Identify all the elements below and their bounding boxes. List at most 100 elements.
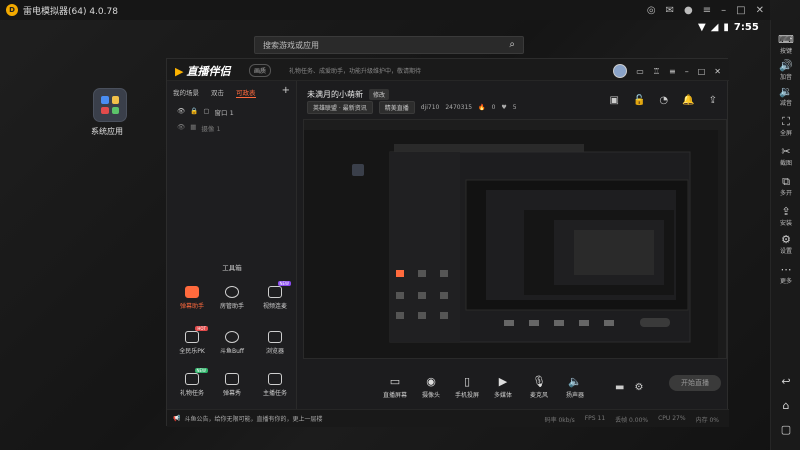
close-icon[interactable]: ✕ [714,67,721,76]
app-status-bar: 📢 斗鱼公告，给你无限可能，直播有你的，更上一层楼 码率 0kb/s FPS 1… [167,409,729,427]
camera-icon: ◉ [426,375,436,388]
speaker-button[interactable]: 🔈 扬声器 [557,375,593,399]
search-icon[interactable]: ⌕ [509,39,515,50]
right-toolbar: ⌨ 按键 🔊 加音 🔉 减音 ⛶ 全屏 ✂ 截图 ⧉ 多开 ⇪ 安装 ⚙ 设置 ⋯ 更多 ↩ ⌂ … [770,20,800,450]
record-icon[interactable]: ● [684,5,693,16]
back-icon: ↩ [781,375,791,388]
stream-action-icons: ▣ 🔓 ◔ 🔔 ⇪ [610,95,717,106]
menu-icon[interactable]: ≡ [703,5,711,16]
desktop-search-input[interactable]: 搜索游戏或应用 ⌕ [254,36,524,54]
toolbar-settings[interactable]: ⚙ 设置 [771,234,800,256]
app-folder-icon [93,88,127,122]
shirt-icon[interactable]: ♖ [653,67,660,76]
android-status-bar: ▼ ◢ ▮ 7:55 [698,18,770,36]
microphone-icon: 🎙 [532,375,546,388]
toolbar-fullscreen[interactable]: ⛶ 全屏 [771,115,800,138]
back-button[interactable]: ↩ [771,376,800,388]
maximize-icon[interactable]: □ [698,67,706,76]
toolbar-more[interactable]: ⋯ 更多 [771,264,800,286]
keyboard-icon: ⌨ [778,33,794,46]
record-camera-icon[interactable]: ▬ [615,382,624,393]
tool-buff[interactable]: 斗鱼Buff [212,331,252,355]
new-tag: NEW [277,281,291,286]
minimize-icon[interactable]: – [721,5,726,16]
stat-dropped: 丢帧 0.00% [615,417,649,424]
tool-video-link[interactable]: NEW 视频连麦 [255,281,295,310]
minimize-icon[interactable]: – [685,67,689,76]
gamepad-icon[interactable]: ◎ [647,5,656,16]
room-button[interactable]: 精美直播 [378,101,415,114]
menu-icon[interactable]: ≡ [669,67,676,76]
toolbar-screenshot[interactable]: ✂ 截图 [771,146,800,168]
screen-share-button[interactable]: ▭ 直播屏幕 [377,375,413,399]
video-icon [268,286,282,298]
microphone-button[interactable]: 🎙 麦克风 [521,375,557,399]
toolbar-volume-up[interactable]: 🔊 加音 [771,60,800,82]
tool-gift-task[interactable]: NEW 礼物任务 [172,368,212,397]
avatar[interactable] [613,64,628,78]
eye-icon[interactable]: 👁 [177,107,185,117]
phone-cast-icon: ▯ [463,375,471,388]
tool-browser[interactable]: 浏览器 [255,331,295,355]
tab-double[interactable]: 双击 [211,87,224,98]
add-scene-icon[interactable]: + [282,85,290,96]
tab-my-scenes[interactable]: 我的场景 [173,87,199,98]
tool-room-manager[interactable]: 房管助手 [212,286,252,310]
toolbar-volume-down[interactable]: 🔉 减音 [771,85,800,108]
source-row[interactable]: 👁 🔒 ▢ 窗口 1 [177,107,234,117]
screen-icon[interactable]: ▣ [610,95,619,106]
eye-icon[interactable]: 👁 [177,123,185,133]
tool-pk[interactable]: HOT 全民乐PK [172,326,212,355]
tool-danmu-helper[interactable]: 弹幕助手 [172,286,212,310]
volume-down-icon: 🔉 [779,85,793,98]
app-slogan: 礼物任务、成爱助手，功能升级维护中，敬请期待 [289,68,422,75]
stream-preview[interactable] [303,119,727,359]
home-button[interactable]: ⌂ [771,400,800,412]
media-button[interactable]: ▶ 多媒体 [485,375,521,399]
app-window-controls: ▭ ♖ ≡ – □ ✕ [613,64,721,78]
tool-anchor-task[interactable]: 主播任务 [255,373,295,397]
stream-stats: 码率 0kb/s FPS 11 丢帧 0.00% CPU 27% 内存 0% [545,415,719,424]
tab-active[interactable]: 可政表 [236,87,256,98]
checklist-icon [268,373,282,385]
recent-button[interactable]: ▢ [771,424,800,436]
system-apps-folder[interactable]: 系统应用 [90,88,130,137]
fullscreen-icon: ⛶ [782,115,790,128]
stat-memory: 内存 0% [695,417,719,424]
mail-icon[interactable]: ✉ [666,5,674,16]
user-icon [225,286,239,298]
browser-icon [268,331,282,343]
media-icon: ▶ [498,375,508,388]
tool-danmu-show[interactable]: 弹幕秀 [212,373,252,397]
announcement-text[interactable]: 斗鱼公告，给你无限可能，直播有你的，更上一层楼 [184,414,322,423]
bell-icon[interactable]: 🔔 [682,95,694,106]
start-stream-button[interactable]: 开始直播 [669,375,721,391]
share-icon[interactable]: ⇪ [709,95,717,106]
quality-badge[interactable]: 画质 [249,64,272,77]
category-select[interactable]: 英雄联盟 · 最新资讯 [307,101,373,114]
install-icon: ⇪ [781,205,791,218]
room-id: dji710 [420,104,440,111]
close-icon[interactable]: ✕ [756,5,764,16]
camera-button[interactable]: ◉ 摄像头 [413,375,449,399]
app-header: ▶ 直播伴侣 画质 礼物任务、成爱助手，功能升级维护中，敬请期待 ▭ ♖ ≡ – … [167,59,729,81]
message-icon[interactable]: ▭ [636,67,644,76]
lock-icon[interactable]: 🔒 [190,107,198,117]
toolbar-multi-open[interactable]: ⧉ 多开 [771,176,800,198]
lock-icon[interactable]: 🔓 [633,95,645,106]
stream-meta: 英雄联盟 · 最新资讯 精美直播 dji710 2470315 🔥 0 ♥ 5 [307,101,517,114]
toolbar-keyboard[interactable]: ⌨ 按键 [771,33,800,56]
signal-icon: ◢ [710,21,719,33]
scene-tabs: 我的场景 双击 可政表 [173,87,256,98]
toolbar-install[interactable]: ⇪ 安装 [771,205,800,228]
tv-icon [225,373,239,385]
buff-icon [225,331,239,343]
maximize-icon[interactable]: □ [736,5,745,16]
settings-icon[interactable]: ⚙ [634,382,643,393]
edit-title-button[interactable]: 修改 [369,89,390,100]
stat-fps: FPS 11 [584,415,606,422]
source-row[interactable]: 👁 ▦ 摄像 1 [177,123,221,133]
phone-cast-button[interactable]: ▯ 手机投屏 [449,375,485,399]
timer-icon[interactable]: ◔ [659,95,668,106]
stat-cpu: CPU 27% [658,415,686,422]
